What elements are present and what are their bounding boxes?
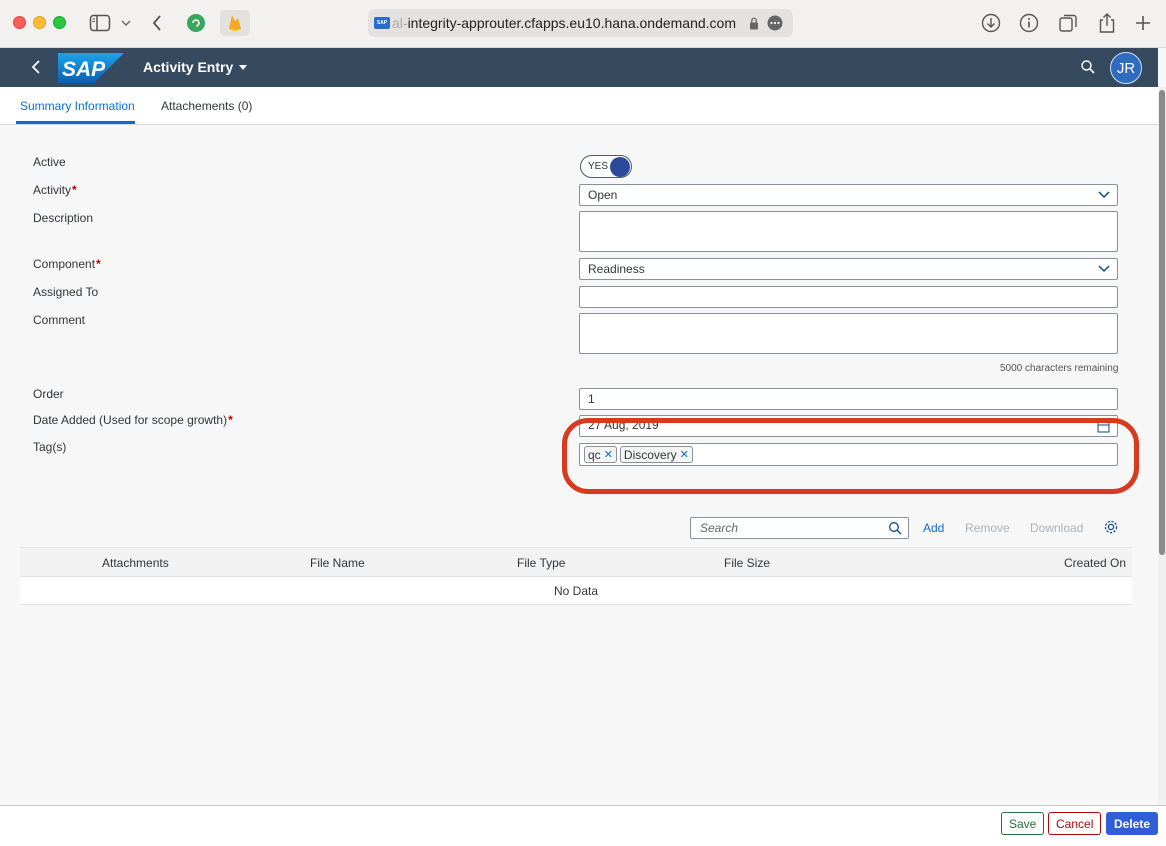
- caret-down-icon: [239, 64, 248, 70]
- sap-logo[interactable]: SAP: [58, 53, 124, 83]
- date-added-label: Date Added (Used for scope growth)*: [33, 413, 233, 427]
- window-minimize-button[interactable]: [33, 16, 46, 29]
- comment-label: Comment: [33, 313, 86, 327]
- chevron-down-icon: [1098, 265, 1110, 273]
- info-icon[interactable]: [1019, 12, 1039, 34]
- description-label: Description: [33, 211, 94, 225]
- description-textarea[interactable]: [579, 211, 1118, 252]
- sap-logo-text: SAP: [62, 58, 106, 81]
- shell-bar: SAP Activity Entry: [0, 48, 1158, 87]
- attachments-table-header: Attachments File Name File Type File Siz…: [20, 547, 1132, 577]
- scrollbar-thumb[interactable]: [1159, 90, 1165, 555]
- search-icon[interactable]: [888, 521, 902, 535]
- avatar-initials: JR: [1116, 59, 1136, 77]
- address-bar[interactable]: SAP al- integrity-approuter.cfapps.eu10.…: [368, 9, 793, 37]
- firebase-tab-icon[interactable]: [220, 10, 250, 36]
- component-label: Component*: [33, 257, 101, 271]
- lock-icon: [750, 17, 758, 29]
- comment-textarea[interactable]: [579, 313, 1118, 354]
- highlight-annotation: [562, 418, 1139, 494]
- download-icon[interactable]: [981, 12, 1001, 34]
- site-favicon-icon: SAP: [374, 17, 390, 29]
- required-mark: *: [228, 413, 233, 427]
- url-text: integrity-approuter.cfapps.eu10.hana.ond…: [407, 15, 737, 31]
- app-title-menu[interactable]: Activity Entry: [143, 59, 248, 75]
- tab-attachements[interactable]: Attachements (0): [161, 99, 252, 113]
- app-title: Activity Entry: [143, 59, 234, 75]
- search-placeholder: Search: [700, 521, 739, 535]
- user-avatar[interactable]: JR: [1110, 52, 1142, 84]
- window-close-button[interactable]: [13, 16, 26, 29]
- active-toggle[interactable]: YES: [580, 155, 632, 178]
- required-mark: *: [72, 183, 77, 197]
- column-header-attachments[interactable]: Attachments: [102, 556, 169, 570]
- gear-icon[interactable]: [1103, 519, 1119, 535]
- column-header-file-size[interactable]: File Size: [724, 556, 770, 570]
- assigned-to-input[interactable]: [579, 286, 1118, 308]
- back-icon[interactable]: [26, 57, 46, 77]
- tab-summary-information[interactable]: Summary Information: [20, 99, 135, 113]
- save-button[interactable]: Save: [1001, 812, 1045, 835]
- tabs-overview-icon[interactable]: [1058, 12, 1078, 34]
- activity-select[interactable]: Open: [579, 184, 1118, 206]
- tab-bar: Summary Information Attachements (0): [0, 87, 1158, 125]
- component-value: Readiness: [588, 262, 645, 276]
- toggle-knob: [610, 157, 630, 177]
- download-attachment-button[interactable]: Download: [1030, 521, 1083, 535]
- activity-label: Activity*: [33, 183, 77, 197]
- order-input[interactable]: 1: [579, 388, 1118, 410]
- order-label: Order: [33, 387, 64, 401]
- order-value: 1: [588, 392, 595, 406]
- back-icon[interactable]: [151, 12, 163, 34]
- active-label: Active: [33, 155, 66, 169]
- delete-button[interactable]: Delete: [1106, 812, 1159, 835]
- extension-icon[interactable]: [186, 12, 206, 34]
- chars-remaining-counter: 5000 characters remaining: [1000, 363, 1119, 374]
- activity-label-text: Activity: [33, 183, 72, 197]
- search-icon[interactable]: [1080, 59, 1096, 75]
- activity-value: Open: [588, 188, 618, 202]
- attachments-search-input[interactable]: Search: [690, 517, 909, 539]
- share-icon[interactable]: [1097, 12, 1117, 34]
- browser-toolbar: SAP al- integrity-approuter.cfapps.eu10.…: [0, 0, 1166, 48]
- window-zoom-button[interactable]: [53, 16, 66, 29]
- chevron-down-icon[interactable]: [121, 12, 131, 34]
- component-select[interactable]: Readiness: [579, 258, 1118, 280]
- add-attachment-button[interactable]: Add: [923, 521, 944, 535]
- component-label-text: Component: [33, 257, 96, 271]
- cancel-button[interactable]: Cancel: [1048, 812, 1102, 835]
- attachments-table-body: No Data: [20, 577, 1132, 605]
- remove-attachment-button[interactable]: Remove: [965, 521, 1010, 535]
- new-tab-icon[interactable]: [1134, 12, 1152, 34]
- more-icon[interactable]: [767, 15, 783, 31]
- active-tab-indicator: [16, 121, 135, 124]
- no-data-text: No Data: [553, 584, 599, 598]
- tags-label: Tag(s): [33, 440, 67, 454]
- assigned-to-label: Assigned To: [33, 285, 99, 299]
- chevron-down-icon: [1098, 191, 1110, 199]
- footer-bar: [0, 805, 1166, 846]
- required-mark: *: [96, 257, 101, 271]
- url-prefix: al-: [392, 15, 408, 31]
- sidebar-toggle-icon[interactable]: [89, 12, 111, 34]
- toggle-state-text: YES: [588, 161, 609, 172]
- column-header-file-type[interactable]: File Type: [517, 556, 565, 570]
- column-header-file-name[interactable]: File Name: [310, 556, 365, 570]
- date-added-label-text: Date Added (Used for scope growth): [33, 413, 228, 427]
- column-header-created-on[interactable]: Created On: [1064, 556, 1126, 570]
